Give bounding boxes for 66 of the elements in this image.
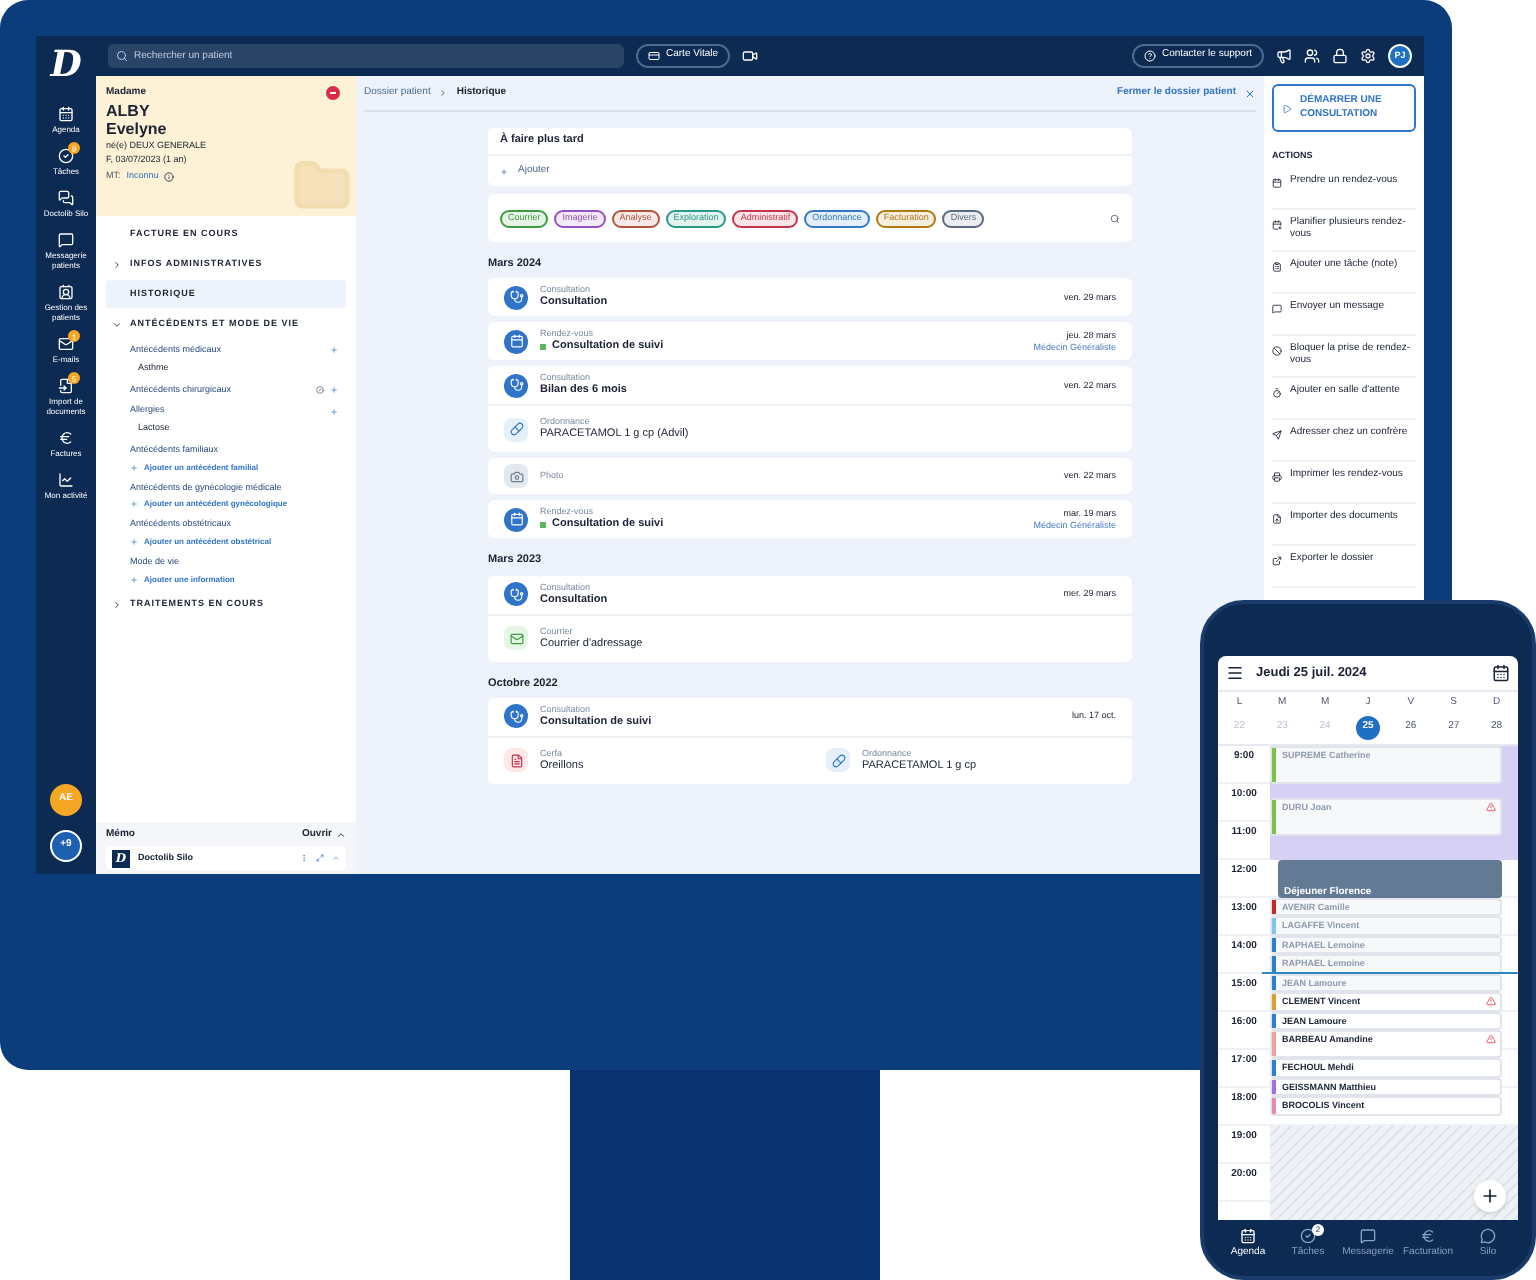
plus-icon xyxy=(1480,1185,1500,1205)
contact-icon xyxy=(58,284,74,300)
stethoscope-icon xyxy=(504,582,528,606)
calendar-icon xyxy=(504,329,528,354)
chevron-down-icon xyxy=(112,319,122,329)
search-icon[interactable] xyxy=(1110,213,1120,223)
document-icon xyxy=(504,748,528,773)
chevron-up-icon[interactable] xyxy=(336,829,346,840)
external-link-icon xyxy=(1272,555,1282,566)
calendar-icon xyxy=(1240,1227,1256,1243)
chevron-right-icon xyxy=(112,600,122,611)
calendar-icon xyxy=(1272,177,1282,188)
euro-icon xyxy=(1420,1227,1436,1243)
expand-icon[interactable] xyxy=(316,854,324,862)
file-upload-icon xyxy=(1272,513,1282,524)
stethoscope-icon xyxy=(504,285,528,310)
pill-icon xyxy=(826,748,850,773)
plus-icon xyxy=(130,538,138,546)
megaphone-icon[interactable] xyxy=(1276,48,1292,64)
chat-bubbles-icon xyxy=(58,190,74,206)
video-icon[interactable] xyxy=(742,48,759,64)
stethoscope-icon xyxy=(504,704,528,729)
plus-icon xyxy=(130,575,138,584)
alert-icon[interactable] xyxy=(326,86,340,100)
calendar-icon xyxy=(58,106,74,122)
message-icon xyxy=(58,232,74,248)
send-icon xyxy=(1272,429,1282,440)
line-chart-icon xyxy=(58,472,74,488)
calendar-icon[interactable] xyxy=(1492,664,1510,682)
chat-icon xyxy=(1480,1227,1496,1243)
search-icon xyxy=(116,50,128,62)
chevron-right-icon xyxy=(438,88,449,98)
chevron-right-icon xyxy=(112,259,122,269)
plus-icon xyxy=(500,167,508,175)
close-icon[interactable] xyxy=(1244,87,1256,99)
none-icon[interactable] xyxy=(316,385,324,394)
euro-icon xyxy=(58,430,74,446)
users-icon[interactable] xyxy=(1304,48,1320,64)
check-circle-icon xyxy=(1300,1227,1316,1243)
mail-icon xyxy=(58,336,74,352)
file-import-icon xyxy=(58,378,74,394)
message-icon xyxy=(1360,1227,1376,1243)
plus-icon xyxy=(130,463,138,471)
info-icon[interactable] xyxy=(164,171,175,182)
pill-icon xyxy=(504,417,528,442)
lock-icon[interactable] xyxy=(1332,48,1348,64)
ban-icon xyxy=(1272,345,1282,356)
plus-icon xyxy=(130,500,138,509)
check-circle-icon xyxy=(58,148,74,164)
patient-first-name: Evelyne xyxy=(106,119,169,137)
stethoscope-icon xyxy=(504,373,528,398)
printer-icon xyxy=(1272,471,1282,482)
mail-icon xyxy=(504,626,528,650)
help-icon xyxy=(1143,50,1156,62)
patient-last-name: ALBY xyxy=(106,101,152,119)
message-icon xyxy=(1272,303,1282,314)
settings-icon[interactable] xyxy=(1360,48,1376,64)
clipboard-icon xyxy=(1272,261,1282,272)
logo[interactable]: D xyxy=(50,48,82,84)
camera-icon xyxy=(504,464,528,489)
calendar-plus-icon xyxy=(1272,219,1282,230)
card-icon xyxy=(648,50,660,62)
timer-icon xyxy=(1272,387,1282,398)
calendar-icon xyxy=(504,507,528,532)
play-icon xyxy=(1282,103,1292,113)
menu-icon[interactable] xyxy=(1226,664,1244,682)
